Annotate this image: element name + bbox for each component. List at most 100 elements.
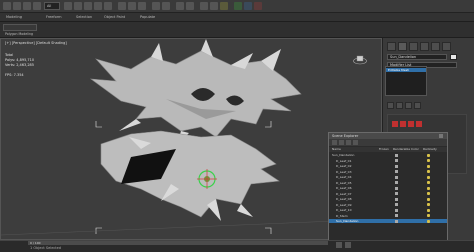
make-unique-icon[interactable]: [405, 102, 412, 109]
list-item[interactable]: D_Stem: [329, 214, 447, 218]
filter-lights-icon[interactable]: [346, 140, 351, 145]
angle-snap-icon[interactable]: [128, 2, 136, 10]
select-object-icon[interactable]: [64, 2, 72, 10]
light-bulb-icon[interactable]: [427, 159, 430, 162]
perspective-viewport[interactable]: [+] [Perspective] [Default Shading] Tota…: [0, 38, 382, 240]
renderable-checkbox[interactable]: [395, 153, 398, 157]
display-tab-icon[interactable]: [431, 42, 440, 51]
light-bulb-icon[interactable]: [427, 170, 430, 173]
column-frozen[interactable]: Frozen: [379, 147, 389, 152]
percent-snap-icon[interactable]: [138, 2, 146, 10]
remove-modifier-icon[interactable]: [414, 102, 421, 109]
renderable-checkbox[interactable]: [395, 197, 398, 201]
unlink-icon[interactable]: [33, 2, 41, 10]
list-item[interactable]: D_Leaf_10: [329, 208, 447, 212]
light-bulb-icon[interactable]: [427, 186, 430, 190]
link-icon[interactable]: [23, 2, 31, 10]
close-icon[interactable]: [439, 134, 443, 138]
list-item[interactable]: D_Leaf_03: [329, 170, 447, 174]
list-item[interactable]: D_Leaf_02: [329, 164, 447, 168]
ribbon-panel: Polygon Modeling: [0, 22, 474, 38]
selection-filter-dropdown[interactable]: All: [44, 2, 60, 10]
edge-subobject-icon[interactable]: [400, 121, 406, 127]
renderable-checkbox[interactable]: [395, 164, 398, 168]
column-name[interactable]: Name: [332, 147, 341, 152]
tab-freeform[interactable]: Freeform: [46, 14, 62, 20]
renderable-checkbox[interactable]: [395, 203, 398, 206]
mirror-icon[interactable]: [152, 2, 160, 10]
list-item[interactable]: D_Leaf_04: [329, 175, 447, 179]
vertex-subobject-icon[interactable]: [392, 121, 398, 127]
render-frame-icon[interactable]: [244, 2, 252, 10]
layer-explorer-icon[interactable]: [186, 2, 194, 10]
renderable-checkbox[interactable]: [395, 170, 398, 173]
renderable-checkbox[interactable]: [395, 175, 398, 179]
tab-object-paint[interactable]: Object Paint: [104, 14, 125, 20]
list-item[interactable]: D_Leaf_06: [329, 186, 447, 190]
tab-populate[interactable]: Populate: [140, 14, 155, 20]
graphite-tools-panel[interactable]: [3, 24, 37, 31]
renderable-checkbox[interactable]: [395, 159, 398, 162]
list-item[interactable]: Sun_Dandelion: [329, 153, 447, 157]
light-bulb-icon[interactable]: [427, 164, 430, 168]
curve-editor-icon[interactable]: [200, 2, 208, 10]
light-bulb-icon[interactable]: [427, 181, 430, 184]
column-color[interactable]: Color: [411, 147, 419, 152]
renderable-checkbox[interactable]: [395, 219, 398, 223]
modifier-stack-item[interactable]: Editable Mesh: [386, 68, 426, 72]
renderable-checkbox[interactable]: [395, 208, 398, 212]
undo-icon[interactable]: [3, 2, 11, 10]
motion-tab-icon[interactable]: [420, 42, 429, 51]
modify-tab-icon[interactable]: [398, 42, 407, 51]
filter-cameras-icon[interactable]: [353, 140, 358, 145]
pin-stack-icon[interactable]: [387, 102, 394, 109]
utilities-tab-icon[interactable]: [442, 42, 451, 51]
light-bulb-icon[interactable]: [427, 203, 430, 206]
hierarchy-tab-icon[interactable]: [409, 42, 418, 51]
list-item[interactable]: D_Leaf_01: [329, 159, 447, 163]
renderable-checkbox[interactable]: [395, 181, 398, 184]
snap-toggle-icon[interactable]: [118, 2, 126, 10]
scale-icon[interactable]: [104, 2, 112, 10]
time-slider[interactable]: 0 / 100: [28, 241, 328, 245]
column-renderable[interactable]: Renderable: [393, 147, 410, 152]
render-icon[interactable]: [254, 2, 262, 10]
align-icon[interactable]: [162, 2, 170, 10]
light-bulb-icon[interactable]: [427, 214, 430, 217]
rotate-icon[interactable]: [94, 2, 102, 10]
object-color-swatch[interactable]: [450, 54, 457, 60]
light-bulb-icon[interactable]: [427, 192, 430, 195]
list-item[interactable]: D_Leaf_08: [329, 197, 447, 201]
list-item[interactable]: D_Leaf_05: [329, 181, 447, 185]
renderable-checkbox[interactable]: [395, 192, 398, 195]
light-bulb-icon[interactable]: [427, 175, 430, 179]
face-subobject-icon[interactable]: [408, 121, 414, 127]
material-editor-icon[interactable]: [220, 2, 228, 10]
polygon-subobject-icon[interactable]: [416, 121, 422, 127]
move-icon[interactable]: [84, 2, 92, 10]
renderable-checkbox[interactable]: [395, 186, 398, 190]
column-radiosity[interactable]: Radiosity: [423, 147, 437, 152]
light-bulb-icon[interactable]: [427, 219, 430, 223]
select-by-name-icon[interactable]: [74, 2, 82, 10]
play-icon[interactable]: [336, 242, 342, 248]
filter-geometry-icon[interactable]: [332, 140, 337, 145]
list-item[interactable]: D_Leaf_09: [329, 203, 447, 207]
renderable-checkbox[interactable]: [395, 214, 398, 217]
light-bulb-icon[interactable]: [427, 197, 430, 201]
light-bulb-icon[interactable]: [427, 208, 430, 212]
tab-modeling[interactable]: Modeling: [6, 14, 22, 20]
filter-shapes-icon[interactable]: [339, 140, 344, 145]
light-bulb-icon[interactable]: [427, 153, 430, 157]
render-setup-icon[interactable]: [234, 2, 242, 10]
create-tab-icon[interactable]: [387, 42, 396, 51]
object-name-field[interactable]: Sun_Dandelion: [387, 54, 447, 60]
redo-icon[interactable]: [13, 2, 21, 10]
show-end-result-icon[interactable]: [396, 102, 403, 109]
list-item[interactable]: Sun_Dandelion: [329, 219, 447, 223]
list-item[interactable]: D_Leaf_07: [329, 192, 447, 196]
schematic-view-icon[interactable]: [210, 2, 218, 10]
scene-explorer-icon[interactable]: [176, 2, 184, 10]
next-frame-icon[interactable]: [345, 242, 351, 248]
tab-selection[interactable]: Selection: [76, 14, 92, 20]
